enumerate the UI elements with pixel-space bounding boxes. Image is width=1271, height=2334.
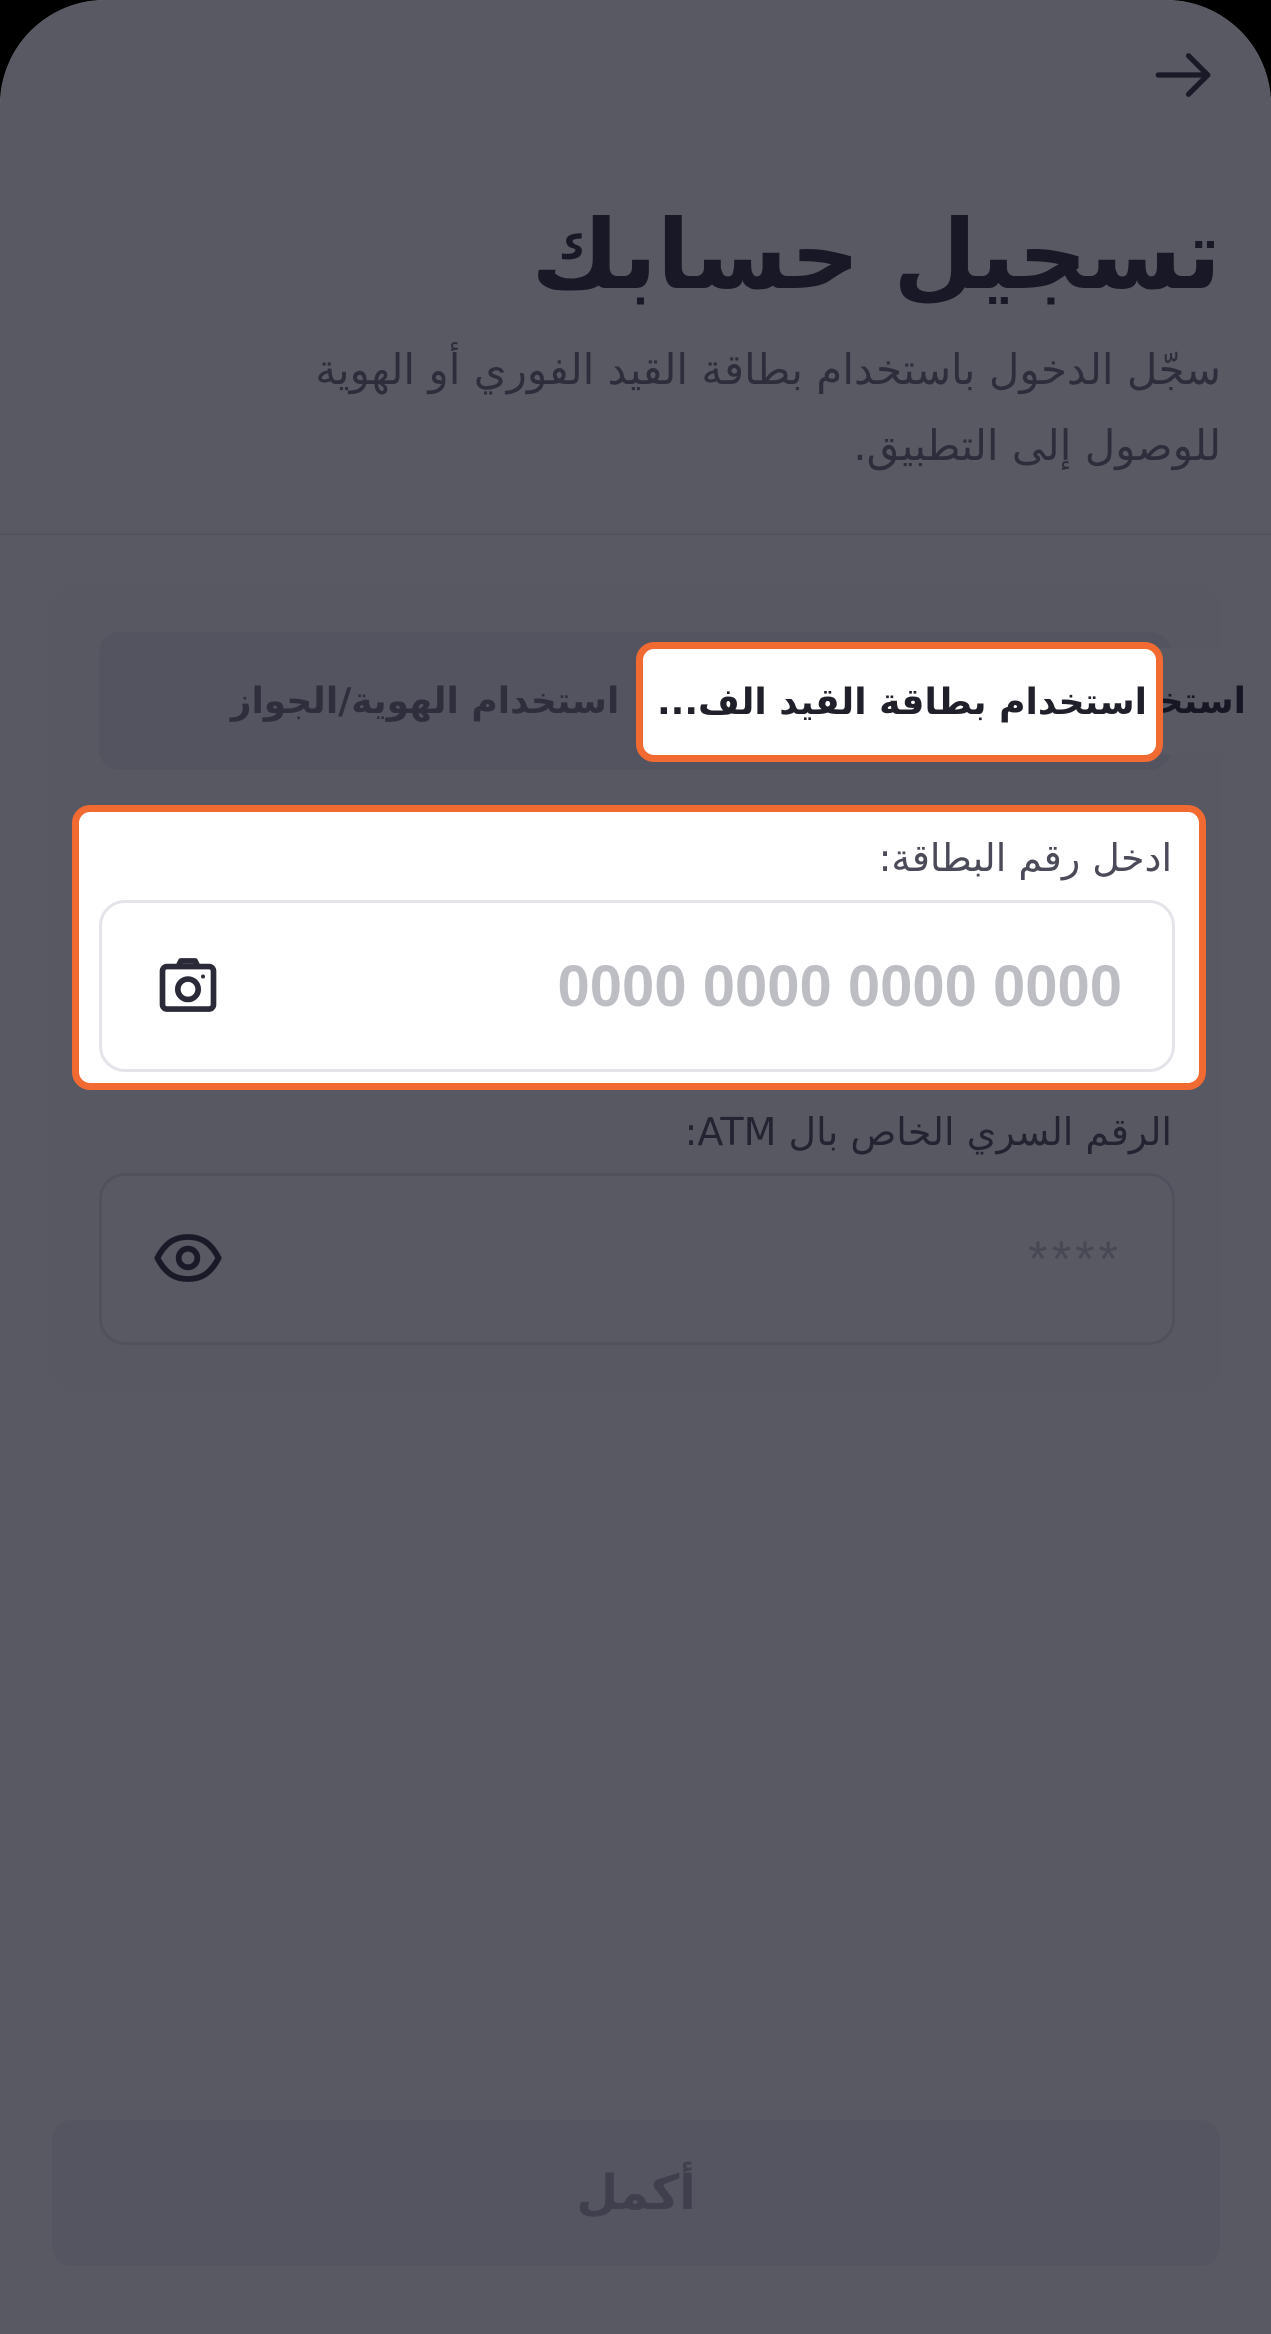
card-number-field[interactable] [99,900,1175,1072]
back-button[interactable] [1148,42,1218,112]
tab-instant-card[interactable]: استخدام بطاقة القيد الف... [748,648,1254,754]
header: تسجيل حسابك سجّل الدخول باستخدام بطاقة ا… [0,0,1271,535]
login-method-tabs: استخدام بطاقة القيد الف... استخدام الهوي… [99,632,1254,770]
page-subtitle: سجّل الدخول باستخدام بطاقة القيد الفوري … [315,345,1221,470]
arrow-right-icon [1150,42,1216,112]
page-title: تسجيل حسابك [531,199,1221,311]
card-number-label: ادخل رقم البطاقة: [878,836,1172,880]
atm-pin-label: الرقم السري الخاص بال ATM: [684,1110,1172,1154]
eye-icon[interactable] [152,1222,224,1294]
card-number-input[interactable] [302,903,1122,1069]
camera-icon[interactable] [152,949,224,1021]
continue-button[interactable]: أكمل [52,2120,1220,2266]
atm-pin-input[interactable] [302,1176,1122,1342]
registration-screen: تسجيل حسابك سجّل الدخول باستخدام بطاقة ا… [0,0,1271,2334]
tab-id-passport[interactable]: استخدام الهوية/الجواز [115,648,735,754]
atm-pin-field[interactable] [99,1173,1175,1345]
